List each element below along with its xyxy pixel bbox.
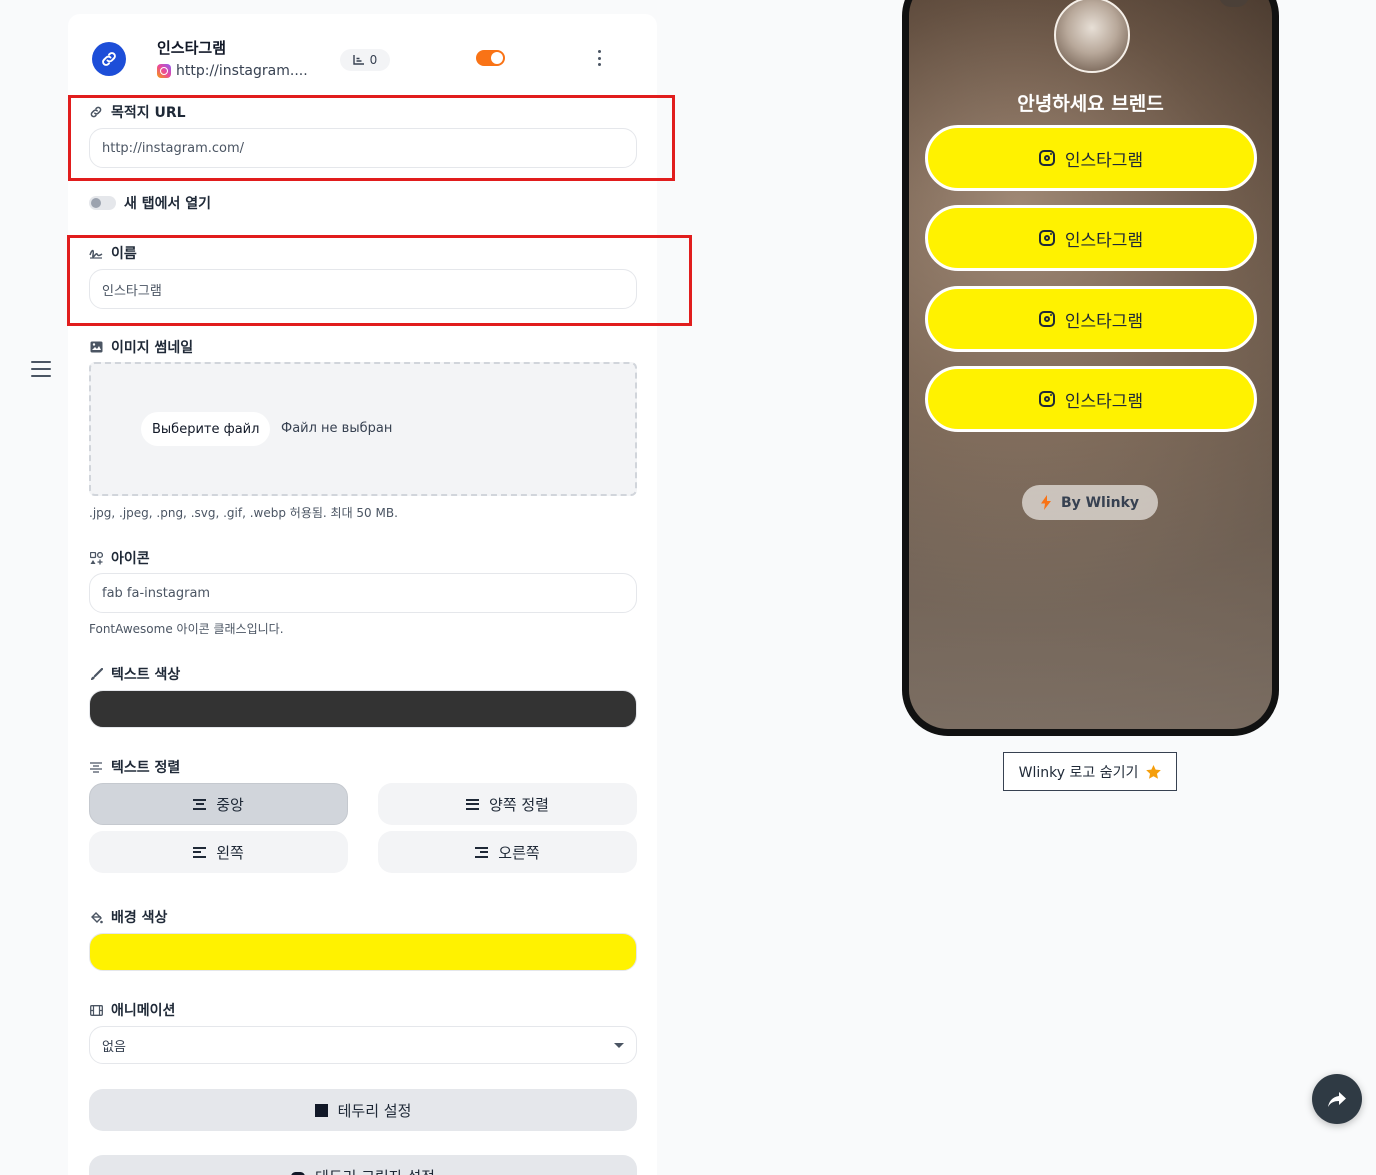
preview-link-button[interactable]: 인스타그램 bbox=[925, 286, 1257, 352]
new-tab-label: 새 탭에서 열기 bbox=[124, 196, 212, 212]
brand-title: 안녕하세요 브렌드 bbox=[1017, 93, 1164, 115]
new-tab-toggle[interactable] bbox=[89, 196, 116, 210]
instagram-icon bbox=[1038, 230, 1055, 246]
link-enabled-toggle[interactable] bbox=[476, 50, 505, 66]
align-center-icon bbox=[193, 798, 207, 810]
avatar bbox=[1054, 0, 1130, 73]
file-status: Файл не выбран bbox=[281, 421, 393, 436]
preview-link-button[interactable]: 인스타그램 bbox=[925, 366, 1257, 432]
animation-selected-value: 없음 bbox=[102, 1039, 126, 1055]
click-stats-badge[interactable]: 0 bbox=[340, 49, 390, 71]
align-center-icon bbox=[89, 760, 103, 774]
cloud-icon bbox=[291, 1171, 306, 1175]
preview-link-button[interactable]: 인스타그램 bbox=[925, 125, 1257, 191]
phone-preview: 안녕하세요 브렌드 인스타그램 인스타그램 인스타그램 인스타그램 By Wli… bbox=[902, 0, 1279, 736]
link-url-text: http://instagram.... bbox=[176, 63, 308, 79]
border-settings-button[interactable]: 테두리 설정 bbox=[89, 1089, 637, 1131]
align-justify-button[interactable]: 양쪽 정렬 bbox=[378, 783, 637, 825]
icons-grid-icon bbox=[89, 551, 103, 565]
instagram-icon bbox=[1038, 150, 1055, 166]
align-left-button[interactable]: 왼쪽 bbox=[89, 831, 348, 873]
bg-color-picker[interactable] bbox=[89, 933, 637, 971]
align-center-button[interactable]: 중앙 bbox=[89, 783, 348, 825]
align-left-icon bbox=[193, 846, 207, 858]
more-vertical-icon[interactable] bbox=[594, 50, 604, 66]
film-icon bbox=[89, 1003, 103, 1017]
instagram-icon bbox=[157, 64, 171, 78]
brush-icon bbox=[89, 667, 103, 681]
instagram-icon bbox=[1038, 311, 1055, 327]
share-button[interactable] bbox=[1312, 1074, 1362, 1124]
instagram-icon bbox=[1038, 391, 1055, 407]
icon-label: 아이콘 bbox=[89, 548, 150, 568]
align-right-button[interactable]: 오른쪽 bbox=[378, 831, 637, 873]
chevron-down-icon bbox=[614, 1042, 624, 1048]
highlight-box-url bbox=[68, 95, 675, 181]
bg-color-label: 배경 색상 bbox=[89, 907, 167, 927]
preview-link-button[interactable]: 인스타그램 bbox=[925, 205, 1257, 271]
border-shadow-button[interactable]: 테두리 그림자 설정 bbox=[89, 1155, 637, 1175]
icon-class-input[interactable]: fab fa-instagram bbox=[89, 573, 637, 613]
bolt-icon bbox=[1040, 495, 1051, 510]
square-icon bbox=[314, 1103, 328, 1117]
choose-file-button[interactable]: Выберите файл bbox=[141, 412, 271, 446]
animation-label: 애니메이션 bbox=[89, 1000, 175, 1020]
text-color-picker[interactable] bbox=[89, 690, 637, 728]
link-icon bbox=[92, 42, 126, 76]
text-color-label: 텍스트 색상 bbox=[89, 664, 180, 684]
file-hint: .jpg, .jpeg, .png, .svg, .gif, .webp 허용됨… bbox=[89, 506, 398, 520]
link-editor-panel: 인스타그램 http://instagram.... 0 목적지 URL htt… bbox=[67, 14, 692, 1175]
paint-bucket-icon bbox=[89, 910, 103, 924]
link-title: 인스타그램 bbox=[157, 39, 227, 57]
text-align-label: 텍스트 정렬 bbox=[89, 757, 180, 777]
stats-icon bbox=[352, 55, 364, 65]
by-wlinky-badge[interactable]: By Wlinky bbox=[1022, 485, 1158, 520]
align-justify-icon bbox=[466, 798, 480, 810]
link-url-preview: http://instagram.... bbox=[157, 63, 308, 79]
share-icon bbox=[1328, 1091, 1346, 1107]
click-count: 0 bbox=[369, 53, 378, 67]
animation-select[interactable]: 없음 bbox=[89, 1026, 637, 1064]
align-right-icon bbox=[475, 846, 489, 858]
icon-hint: FontAwesome 아이콘 클래스입니다. bbox=[89, 622, 284, 636]
thumbnail-dropzone[interactable]: Выберите файл Файл не выбран bbox=[89, 362, 637, 496]
star-icon bbox=[1146, 764, 1162, 779]
image-icon bbox=[89, 340, 103, 354]
highlight-box-name bbox=[67, 235, 692, 326]
menu-icon[interactable] bbox=[31, 361, 51, 379]
thumbnail-label: 이미지 썸네일 bbox=[89, 337, 193, 357]
hide-logo-button[interactable]: Wlinky 로고 숨기기 bbox=[1003, 752, 1177, 791]
